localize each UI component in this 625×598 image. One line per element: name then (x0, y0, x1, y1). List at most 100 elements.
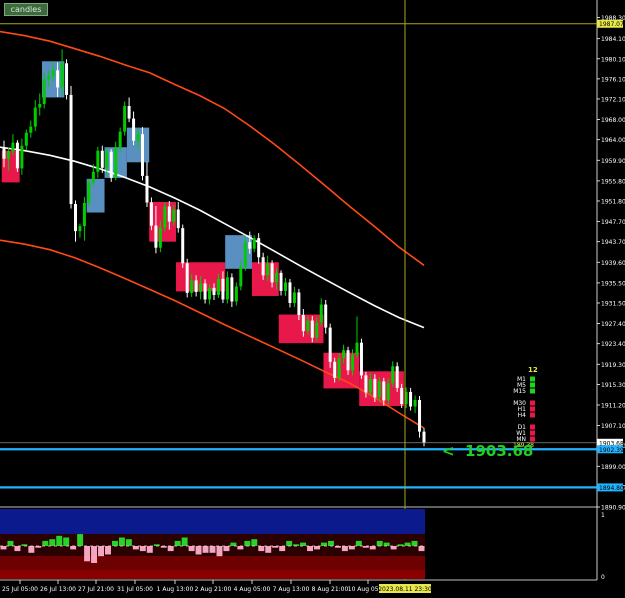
candle-body-64 (288, 282, 292, 303)
candle-body-87 (391, 366, 395, 384)
osc-bar-43 (300, 542, 307, 546)
osc-bar-7 (49, 539, 56, 546)
price-tick-label-4: 1972.10 (601, 96, 625, 103)
candle-body-51 (230, 277, 234, 302)
candle-body-85 (382, 381, 386, 401)
candle-body-80 (359, 342, 363, 376)
price-tick-label-5: 1968.00 (601, 117, 625, 124)
osc-bar-30 (209, 546, 216, 553)
osc-bar-45 (314, 546, 320, 550)
osc-bar-32 (223, 546, 230, 552)
time-tick-label-5: 2 Aug 21:00 (195, 586, 232, 593)
osc-bar-6 (42, 540, 49, 546)
time-tick-label-6: 4 Aug 05:00 (234, 586, 271, 593)
osc-bar-51 (355, 540, 362, 546)
candle-body-12 (56, 70, 60, 88)
price-tick-label-9: 1951.80 (601, 198, 625, 205)
candle-body-16 (73, 203, 77, 232)
time-tick-label-4: 1 Aug 13:00 (157, 586, 194, 593)
price-tick-label-6: 1964.00 (601, 137, 625, 144)
osc-bar-10 (70, 546, 77, 550)
osc-bar-40 (279, 546, 286, 552)
candle-body-3 (15, 142, 19, 169)
osc-bar-1 (7, 540, 14, 546)
price-tick-label-12: 1939.60 (601, 260, 625, 267)
osc-bar-11 (77, 534, 84, 546)
osc-bar-44 (307, 546, 314, 552)
candle-body-41 (185, 263, 189, 293)
candle-body-65 (292, 292, 296, 303)
candle-body-81 (364, 375, 368, 393)
osc-bar-9 (63, 537, 70, 546)
osc-bar-26 (181, 537, 188, 546)
candle-body-4 (20, 145, 24, 169)
osc-bar-33 (230, 542, 237, 546)
price-tick-label-7: 1959.90 (601, 158, 625, 165)
time-tick-label-7: 7 Aug 13:00 (273, 586, 310, 593)
range-box-5 (149, 201, 177, 242)
time-tick-label-2: 27 Jul 21:00 (78, 586, 114, 593)
osc-bar-15 (105, 546, 111, 555)
candle-body-5 (24, 132, 28, 146)
candle-body-36 (163, 206, 167, 228)
price-chart[interactable]: 1988.301984.101980.101976.101972.101968.… (0, 0, 625, 594)
candle-body-39 (176, 209, 180, 229)
osc-bar-4 (28, 546, 35, 553)
candle-body-74 (333, 361, 337, 378)
osc-bar-24 (167, 546, 174, 552)
candle-body-28 (127, 106, 131, 119)
osc-bar-0 (0, 546, 7, 550)
candle-body-52 (234, 286, 238, 302)
candle-body-78 (351, 354, 355, 371)
osc-bar-58 (404, 542, 411, 546)
candle-body-21 (96, 150, 100, 172)
candle-body-35 (158, 227, 162, 248)
timeframe-count-label: 12 (528, 366, 538, 374)
candle-body-93 (418, 399, 422, 432)
osc-bar-36 (251, 539, 258, 546)
candle-body-66 (297, 292, 301, 316)
osc-bar-50 (348, 546, 355, 550)
current-time-label: 2023.08.11 23:30 (378, 586, 432, 593)
timeframe-badge-H1 (530, 406, 535, 412)
candle-body-2 (11, 142, 15, 152)
price-flag-label-0: 1987.07 (599, 21, 624, 28)
osc-bar-28 (195, 546, 202, 555)
osc-band-top (0, 509, 425, 534)
osc-bar-35 (244, 540, 251, 546)
price-tick-label-20: 1907.10 (601, 423, 625, 430)
time-tick-label-3: 31 Jul 05:00 (117, 586, 153, 593)
candle-body-70 (315, 322, 319, 338)
osc-bar-19 (132, 546, 139, 550)
candle-body-45 (203, 283, 207, 300)
candle-body-46 (208, 287, 212, 300)
candle-body-34 (154, 225, 158, 248)
candle-body-40 (181, 228, 185, 264)
osc-bar-56 (390, 546, 397, 550)
candle-body-30 (136, 134, 140, 141)
candle-body-68 (306, 320, 310, 332)
osc-bar-41 (286, 540, 293, 546)
osc-bar-12 (84, 546, 91, 562)
candle-body-11 (51, 70, 55, 77)
price-tick-label-22: 1899.00 (601, 464, 625, 471)
candle-body-60 (270, 263, 274, 283)
osc-bar-8 (56, 535, 63, 546)
indicator-button[interactable]: candles (4, 3, 48, 16)
price-tick-label-15: 1927.40 (601, 321, 625, 328)
timeframe-badge-W1 (530, 430, 535, 436)
price-tick-label-19: 1911.20 (601, 402, 625, 409)
candle-body-82 (368, 378, 372, 393)
price-tick-label-18: 1915.30 (601, 382, 625, 389)
trading-chart-window: 1988.30 1984.10 1980.10 1976.10 1972.10 1968.… (0, 0, 625, 594)
timeframe-badge-M1 (530, 376, 535, 382)
candle-body-18 (82, 202, 86, 227)
price-tick-label-10: 1947.70 (601, 219, 625, 226)
candle-body-83 (373, 378, 377, 398)
price-tick-label-14: 1931.50 (601, 300, 625, 307)
osc-bar-38 (265, 546, 272, 553)
candle-body-19 (87, 182, 91, 203)
price-tick-label-13: 1935.50 (601, 280, 625, 287)
candle-body-17 (78, 226, 82, 232)
osc-bar-37 (258, 546, 265, 552)
